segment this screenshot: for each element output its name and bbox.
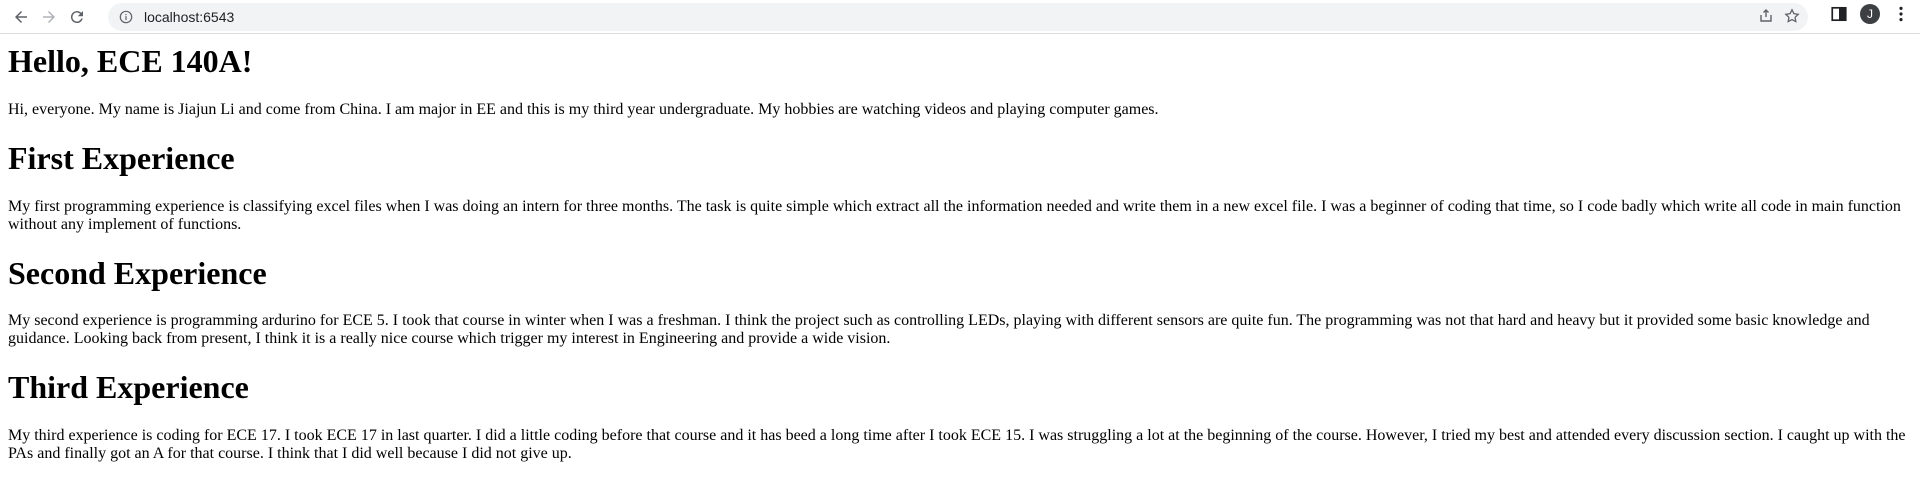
section-text-second: My second experience is programming ardu… xyxy=(8,312,1870,348)
section-heading-second: Second Experience xyxy=(8,254,267,291)
section-heading-first: First Experience xyxy=(8,139,235,176)
page-content: Hello, ECE 140A! Hi, everyone. My name i… xyxy=(0,43,1920,463)
browser-toolbar: localhost:6543 J xyxy=(0,0,1920,34)
arrow-right-icon xyxy=(43,10,55,23)
arrow-left-icon xyxy=(15,10,27,23)
bookmark-star-icon[interactable] xyxy=(1784,8,1800,24)
forward-button[interactable] xyxy=(36,4,62,30)
url-text: localhost:6543 xyxy=(144,9,235,25)
profile-avatar[interactable]: J xyxy=(1860,4,1880,24)
side-panel-icon[interactable] xyxy=(1830,5,1848,23)
reload-icon xyxy=(70,10,83,23)
section-text-third: My third experience is coding for ECE 17… xyxy=(8,427,1906,463)
site-info-icon[interactable] xyxy=(118,9,134,25)
reload-button[interactable] xyxy=(64,4,90,30)
more-menu-icon[interactable] xyxy=(1892,5,1910,23)
page-title: Hello, ECE 140A! xyxy=(8,43,253,79)
back-button[interactable] xyxy=(8,4,34,30)
section-heading-third: Third Experience xyxy=(8,369,249,406)
share-icon[interactable] xyxy=(1758,8,1774,24)
address-bar[interactable]: localhost:6543 xyxy=(108,3,1808,31)
intro-paragraph: Hi, everyone. My name is Jiajun Li and c… xyxy=(8,100,1159,118)
section-text-first: My first programming experience is class… xyxy=(8,197,1901,233)
